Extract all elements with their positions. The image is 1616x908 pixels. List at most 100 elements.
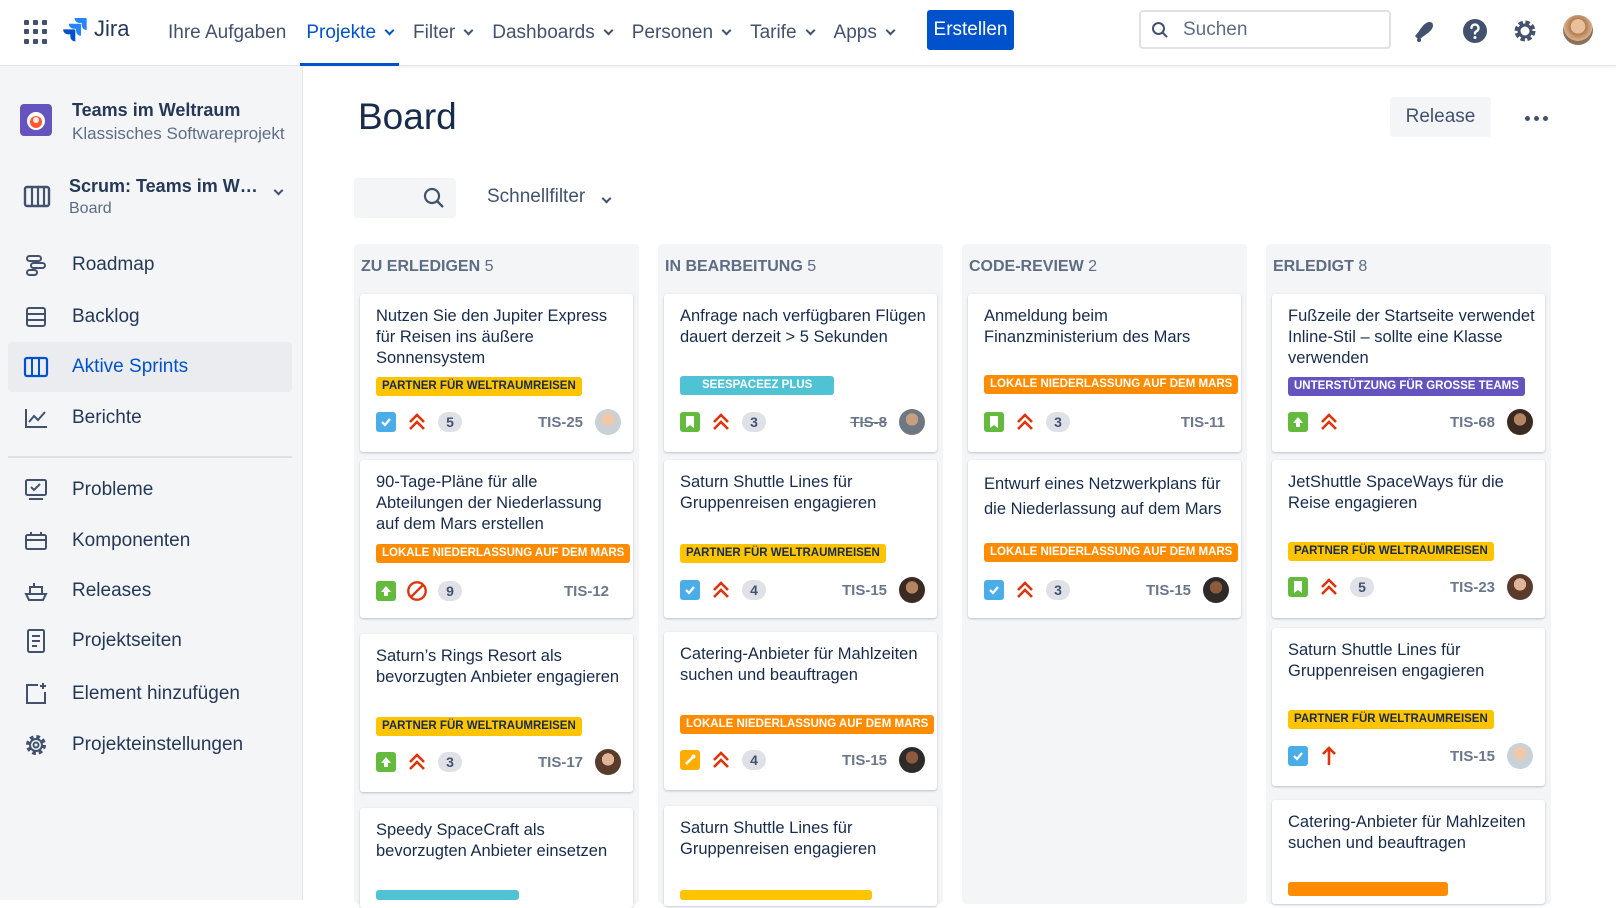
issue-key[interactable]: TIS-15 [842,582,887,599]
nav-label: Dashboards [492,22,595,43]
nav-ihre-aufgaben[interactable]: Ihre Aufgaben [158,0,296,66]
issue-card[interactable]: Saturn Shuttle Lines für Gruppenreisen e… [1272,628,1545,786]
issue-card[interactable]: Catering-Anbieter für Mahlzeiten suchen … [664,632,937,790]
issue-key[interactable]: TIS-15 [1450,748,1495,765]
epic-tag: UNTERSTÜTZUNG FÜR GROSSE TEAMS [1288,377,1525,396]
priority-highest-icon [710,749,732,771]
card-title: Anfrage nach verfügbaren Flügen dauert d… [680,307,926,346]
issue-card[interactable]: JetShuttle SpaceWays für die Reise engag… [1272,460,1545,618]
issue-card[interactable]: Speedy SpaceCraft als bevorzugten Anbiet… [360,808,633,908]
priority-highest-icon [1318,411,1340,433]
search-input[interactable] [1183,18,1363,41]
sidebar-item-issues[interactable]: Probleme [8,465,292,515]
issue-key[interactable]: TIS-25 [538,414,583,431]
issue-key[interactable]: TIS-15 [842,752,887,769]
create-button[interactable]: Erstellen [927,10,1014,50]
sidebar-item-components[interactable]: Komponenten [8,516,292,566]
chevron-down-icon [805,25,815,36]
search-icon [423,187,444,208]
board-selector[interactable]: Scrum: Teams im W… Board [20,176,284,226]
issue-card[interactable]: Saturn Shuttle Lines für Gruppenreisen e… [664,806,937,906]
issue-card[interactable]: Catering-Anbieter für Mahlzeiten suchen … [1272,800,1545,904]
epic-tag: SEESPACEEZ PLUS [680,376,835,395]
nav-label: Apps [833,22,877,43]
nav-projekte[interactable]: Projekte [296,0,403,66]
assignee-avatar[interactable] [1507,574,1533,600]
column-title: ZU ERLEDIGEN [361,258,481,275]
issue-card[interactable]: Entwurf eines Netzwerkplans für die Nied… [968,460,1241,618]
issue-key[interactable]: TIS-23 [1450,579,1495,596]
issue-key[interactable]: TIS-17 [538,754,583,771]
epic-tag [680,890,872,900]
quickfilter-dropdown[interactable]: Schnellfilter [487,186,612,208]
component-icon [22,527,50,555]
nav-apps[interactable]: Apps [824,0,904,66]
sidebar-item-active-sprints[interactable]: Aktive Sprints [8,342,292,392]
app-switcher-icon[interactable] [24,20,48,44]
assignee-avatar[interactable] [1507,409,1533,435]
column-header: IN BEARBEITUNG 5 [665,258,816,276]
logo-text: Jira [94,16,130,41]
assignee-avatar[interactable] [1203,577,1229,603]
issue-key[interactable]: TIS-15 [1146,582,1191,599]
card-title: Saturn Shuttle Lines für Gruppenreisen e… [680,819,877,858]
epic-tag: PARTNER FÜR WELTRAUMREISEN [680,544,886,563]
assignee-avatar[interactable] [899,747,925,773]
priority-highest-icon [1318,576,1340,598]
priority-highest-icon [710,411,732,433]
sidebar-item-roadmap[interactable]: Roadmap [8,240,292,290]
card-title: Saturn Shuttle Lines für Gruppenreisen e… [1288,641,1485,680]
issue-card[interactable]: Saturn Shuttle Lines für Gruppenreisen e… [664,460,937,618]
priority-highest-icon [1014,579,1036,601]
release-button[interactable]: Release [1390,97,1491,137]
project-header[interactable]: Teams im Weltraum Klassisches Softwarepr… [20,100,285,143]
card-footer: TIS-68 [1288,409,1533,435]
column-title: CODE-REVIEW [969,258,1084,275]
assignee-avatar[interactable] [899,409,925,435]
assignee-avatar[interactable] [595,749,621,775]
assignee-avatar[interactable] [1507,743,1533,769]
nav-personen[interactable]: Personen [622,0,740,66]
chevron-down-icon [885,25,896,36]
issue-card[interactable]: Nutzen Sie den Jupiter Express für Reise… [360,294,633,452]
sidebar-item-project-pages[interactable]: Projektseiten [8,616,292,666]
issue-key[interactable]: TIS-12 [564,583,609,600]
story-type-icon [1288,577,1308,597]
issue-card[interactable]: Anmeldung beim Finanzministerium des Mar… [968,294,1241,452]
assignee-avatar[interactable] [595,409,621,435]
issue-card[interactable]: Saturn’s Rings Resort als bevorzugten An… [360,634,633,792]
nav-dashboards[interactable]: Dashboards [482,0,621,66]
sidebar-item-add-item[interactable]: Element hinzufügen [8,669,292,719]
column-count: 5 [484,258,494,275]
sidebar-item-label: Backlog [72,306,140,327]
help-icon[interactable] [1460,16,1490,46]
sidebar-item-releases[interactable]: Releases [8,566,292,616]
settings-gear-icon[interactable] [1510,16,1540,46]
sidebar-item-project-settings[interactable]: Projekteinstellungen [8,720,292,770]
card-footer: 4 TIS-15 [680,577,925,603]
board-search[interactable] [354,178,456,218]
user-avatar[interactable] [1563,15,1593,45]
assignee-avatar[interactable] [899,577,925,603]
epic-tag: LOKALE NIEDERLASSUNG AUF DEM MARS [680,715,935,734]
card-title: 90-Tage-Pläne für alle Abteilungen der N… [376,473,602,533]
issue-key[interactable]: TIS-68 [1450,414,1495,431]
epic-tag [1288,882,1448,896]
issue-card[interactable]: Fußzeile der Startseite verwendet Inline… [1272,294,1545,452]
notifications-icon[interactable] [1409,16,1439,46]
issue-card[interactable]: 90-Tage-Pläne für alle Abteilungen der N… [360,460,633,618]
issue-key[interactable]: TIS-8 [850,414,887,431]
epic-tag: LOKALE NIEDERLASSUNG AUF DEM MARS [984,543,1239,562]
more-actions-button[interactable] [1516,98,1556,138]
sidebar-item-reports[interactable]: Berichte [8,393,292,443]
nav-filter[interactable]: Filter [403,0,482,66]
jira-logo[interactable]: Jira [62,16,129,42]
issue-card[interactable]: Anfrage nach verfügbaren Flügen dauert d… [664,294,937,452]
sidebar-item-backlog[interactable]: Backlog [8,292,292,342]
story-type-icon [984,412,1004,432]
column-title: ERLEDIGT [1273,258,1354,275]
issue-key[interactable]: TIS-11 [1181,414,1225,431]
global-search[interactable] [1139,10,1391,49]
nav-tarife[interactable]: Tarife [740,0,823,66]
story-points-badge: 4 [742,750,766,770]
